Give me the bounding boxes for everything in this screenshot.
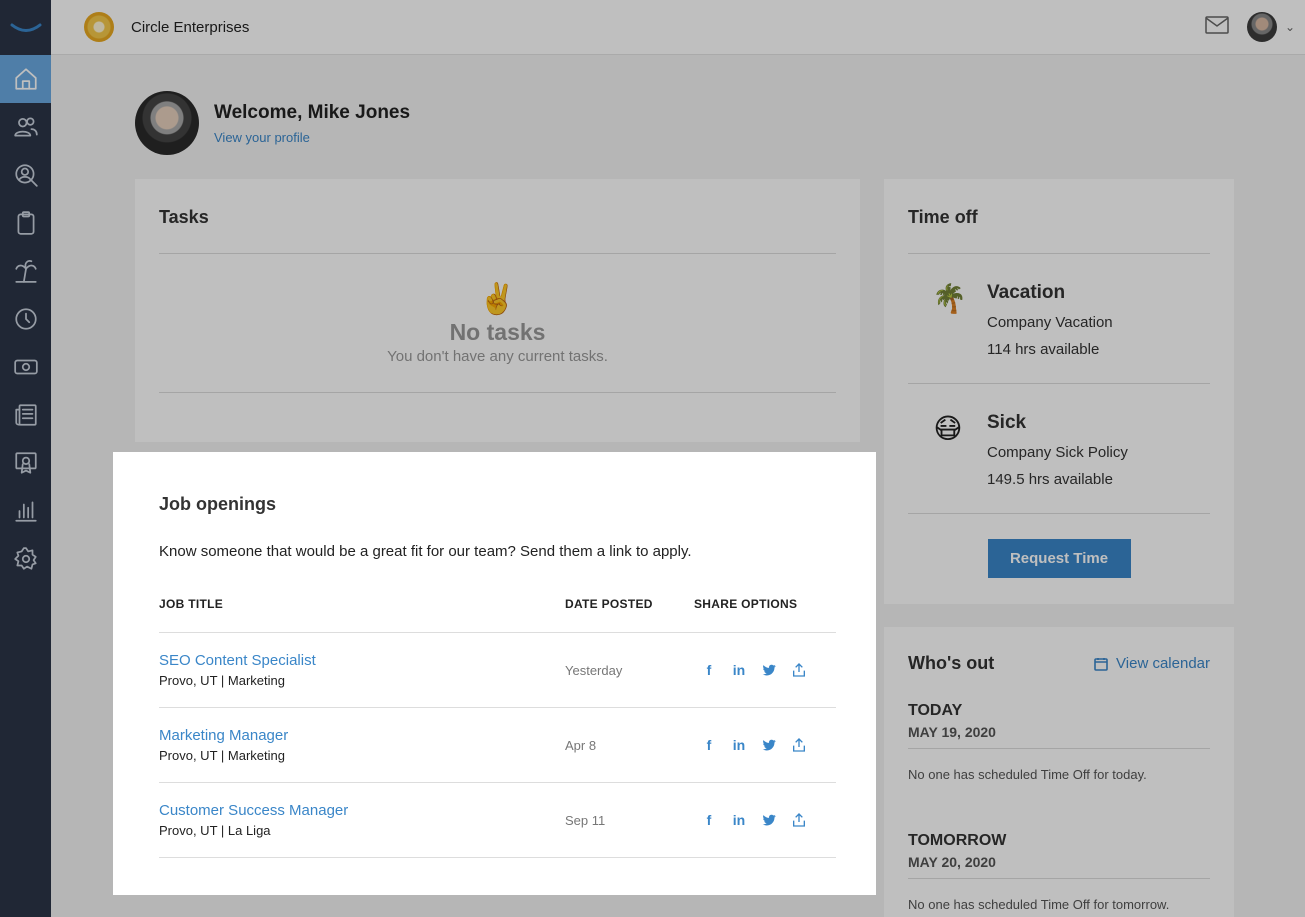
linkedin-icon[interactable]: in <box>724 735 754 755</box>
twitter-icon[interactable] <box>754 735 784 755</box>
share-options: f in <box>694 810 814 830</box>
job-meta: Provo, UT | Marketing <box>159 748 285 763</box>
job-meta: Provo, UT | Marketing <box>159 673 285 688</box>
linkedin-icon[interactable]: in <box>724 810 754 830</box>
job-openings-card: Job openings Know someone that would be … <box>135 466 860 883</box>
share-options: f in <box>694 735 814 755</box>
job-title-link[interactable]: SEO Content Specialist <box>159 652 565 669</box>
share-options: f in <box>694 660 814 680</box>
facebook-icon[interactable]: f <box>694 660 724 680</box>
share-upload-icon[interactable] <box>784 735 814 755</box>
job-openings-description: Know someone that would be a great fit f… <box>159 543 692 560</box>
share-upload-icon[interactable] <box>784 810 814 830</box>
linkedin-icon[interactable]: in <box>724 660 754 680</box>
job-date: Apr 8 <box>565 737 597 753</box>
table-row: SEO Content Specialist Provo, UT | Marke… <box>159 633 836 708</box>
jobs-table-header: JOB TITLE DATE POSTED SHARE OPTIONS <box>159 597 836 633</box>
twitter-icon[interactable] <box>754 810 784 830</box>
job-title-link[interactable]: Marketing Manager <box>159 727 565 744</box>
facebook-icon[interactable]: f <box>694 810 724 830</box>
job-date: Sep 11 <box>565 812 606 828</box>
job-title-link[interactable]: Customer Success Manager <box>159 802 565 819</box>
table-row: Marketing Manager Provo, UT | Marketing … <box>159 708 836 783</box>
column-share-options: SHARE OPTIONS <box>694 597 798 611</box>
job-date: Yesterday <box>565 662 623 678</box>
share-upload-icon[interactable] <box>784 660 814 680</box>
twitter-icon[interactable] <box>754 660 784 680</box>
column-date-posted: DATE POSTED <box>565 597 653 611</box>
facebook-icon[interactable]: f <box>694 735 724 755</box>
column-job-title: JOB TITLE <box>159 597 224 611</box>
job-openings-title: Job openings <box>159 494 276 514</box>
job-meta: Provo, UT | La Liga <box>159 823 271 838</box>
table-row: Customer Success Manager Provo, UT | La … <box>159 783 836 858</box>
